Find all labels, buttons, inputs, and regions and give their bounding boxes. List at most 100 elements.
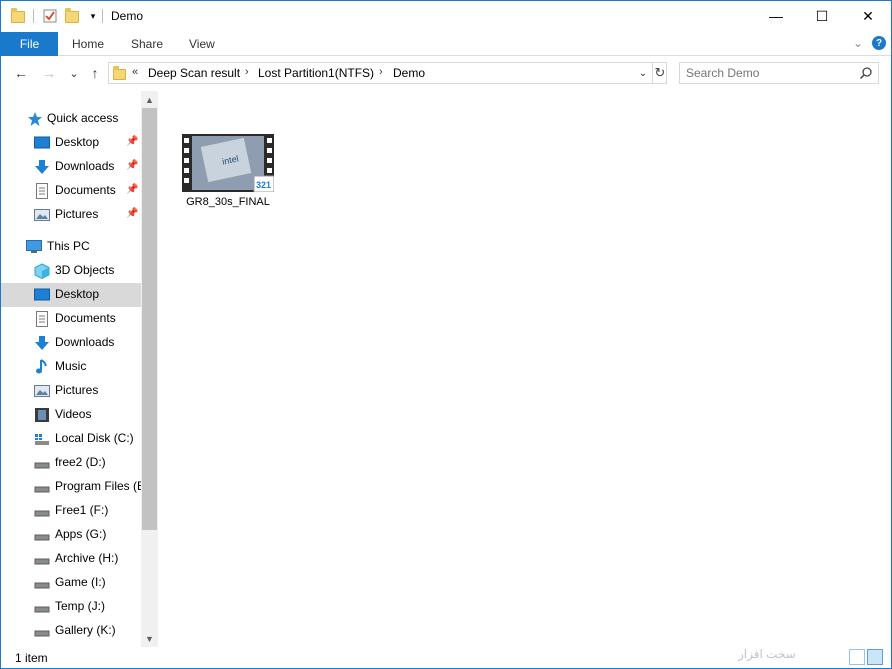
large-icons-view-icon[interactable] (867, 649, 883, 665)
up-arrow-icon[interactable]: ↑ (87, 65, 103, 81)
refresh-icon[interactable]: ↻ (652, 63, 667, 83)
sidebar-item-quick-access[interactable]: Quick access (1, 107, 141, 131)
breadcrumb-separator-icon[interactable]: › (379, 66, 383, 78)
search-input[interactable] (686, 65, 854, 81)
3d-objects-icon (34, 263, 50, 279)
file-explorer-window: ▾ Demo — ☐ ✕ File Home Share View ⌄ ? ← … (0, 0, 892, 669)
videos-icon (35, 408, 49, 422)
drive-icon (34, 486, 50, 493)
minimize-button[interactable]: — (753, 1, 799, 31)
scrollbar-thumb[interactable] (142, 108, 157, 530)
sidebar-item-documents[interactable]: Documents (1, 307, 141, 331)
item-count: 1 item (15, 651, 48, 665)
pin-icon[interactable]: 📌 (126, 184, 138, 195)
sidebar-item-program-files-e[interactable]: Program Files (E (1, 475, 141, 499)
toolbar-divider (102, 9, 103, 23)
sidebar-item-label: Gallery (K:) (55, 623, 116, 637)
sidebar-item-label: This PC (47, 239, 90, 253)
customize-toolbar-icon[interactable]: ▾ (85, 8, 101, 24)
watermark-text: سخت افزار (738, 647, 796, 661)
sidebar-item-pictures[interactable]: Pictures (1, 379, 141, 403)
sidebar-item-label: Temp (J:) (55, 599, 106, 613)
windows-drive-icon (35, 434, 49, 445)
sidebar-item-3d-objects[interactable]: 3D Objects (1, 259, 141, 283)
sidebar-item-local-disk-c[interactable]: Local Disk (C:) (1, 427, 141, 451)
desktop-icon (34, 288, 50, 301)
breadcrumb-lost-partition[interactable]: Lost Partition1(NTFS) (258, 66, 374, 80)
badge-text: 321 (256, 180, 271, 190)
help-icon[interactable]: ? (872, 36, 886, 50)
sidebar-item-qa-desktop[interactable]: Desktop 📌 (1, 131, 141, 155)
sidebar-item-qa-downloads[interactable]: Downloads 📌 (1, 155, 141, 179)
navigation-pane: Quick access Desktop 📌 Downloads 📌 Docum… (1, 91, 158, 647)
sidebar-item-gallery-k[interactable]: Gallery (K:) (1, 619, 141, 643)
star-icon (28, 112, 42, 126)
file-name: GR8_30s_FINAL (186, 196, 270, 208)
breadcrumb-demo[interactable]: Demo (393, 66, 425, 80)
pictures-icon (34, 385, 50, 397)
tab-view[interactable]: View (189, 32, 215, 56)
drive-icon (34, 510, 50, 517)
status-bar: 1 item سخت افزار (1, 647, 891, 668)
sidebar-item-this-pc[interactable]: This PC (1, 235, 141, 259)
drive-icon (34, 630, 50, 637)
window-title: Demo (111, 9, 144, 23)
sidebar-scrollbar[interactable]: ▲ ▼ (141, 91, 158, 647)
search-icon[interactable] (859, 66, 873, 80)
overflow-chevron-icon[interactable]: « (132, 66, 138, 78)
new-folder-icon[interactable] (64, 8, 80, 24)
pin-icon[interactable]: 📌 (126, 208, 138, 219)
sidebar-item-temp-j[interactable]: Temp (J:) (1, 595, 141, 619)
sidebar-item-music[interactable]: Music (1, 355, 141, 379)
pin-icon[interactable]: 📌 (126, 136, 138, 147)
navigation-bar: ← → ⌄ ↑ « Deep Scan result › Lost Partit… (1, 57, 891, 91)
details-view-icon[interactable] (849, 649, 865, 665)
expand-ribbon-chevron-icon[interactable]: ⌄ (853, 36, 863, 50)
sidebar-item-label: Desktop (55, 135, 100, 149)
back-arrow-icon[interactable]: ← (13, 65, 29, 81)
sidebar-item-free2-d[interactable]: free2 (D:) (1, 451, 141, 475)
drive-icon (34, 606, 50, 613)
breadcrumb-deep-scan-result[interactable]: Deep Scan result (148, 66, 240, 80)
pin-icon[interactable]: 📌 (126, 160, 138, 171)
sidebar-item-qa-documents[interactable]: Documents 📌 (1, 179, 141, 203)
recent-locations-chevron-icon[interactable]: ⌄ (66, 65, 82, 81)
sidebar-item-game-i[interactable]: Game (I:) (1, 571, 141, 595)
drive-icon (34, 582, 50, 589)
properties-icon[interactable] (42, 8, 58, 24)
maximize-button[interactable]: ☐ (799, 1, 845, 31)
sidebar-item-videos[interactable]: Videos (1, 403, 141, 427)
document-icon (36, 183, 48, 199)
address-dropdown-chevron-icon[interactable]: ⌄ (636, 65, 650, 81)
scroll-up-arrow-icon[interactable]: ▲ (141, 91, 158, 108)
sidebar-item-label: Game (I:) (55, 575, 106, 589)
drive-icon (34, 558, 50, 565)
tab-home[interactable]: Home (72, 32, 104, 56)
tab-file[interactable]: File (1, 32, 58, 56)
music-icon (36, 359, 47, 374)
computer-icon (26, 240, 42, 253)
sidebar-item-label: Apps (G:) (55, 527, 107, 541)
address-bar[interactable]: « Deep Scan result › Lost Partition1(NTF… (108, 62, 667, 84)
sidebar-item-apps-g[interactable]: Apps (G:) (1, 523, 141, 547)
tab-share[interactable]: Share (131, 32, 163, 56)
title-bar: ▾ Demo — ☐ ✕ (1, 1, 891, 32)
sidebar-item-label: Downloads (55, 335, 115, 349)
sidebar-item-qa-pictures[interactable]: Pictures 📌 (1, 203, 141, 227)
file-list: intel 321 GR8_30s_FINAL (159, 91, 891, 647)
sidebar-item-free1-f[interactable]: Free1 (F:) (1, 499, 141, 523)
file-item[interactable]: intel 321 GR8_30s_FINAL (179, 131, 277, 215)
sidebar-item-archive-h[interactable]: Archive (H:) (1, 547, 141, 571)
folder-icon (10, 8, 26, 24)
forward-arrow-icon[interactable]: → (41, 65, 57, 81)
sidebar-item-label: Free1 (F:) (55, 503, 109, 517)
desktop-icon (34, 136, 50, 149)
scroll-down-arrow-icon[interactable]: ▼ (141, 630, 158, 647)
sidebar-item-desktop[interactable]: Desktop (1, 283, 141, 307)
close-button[interactable]: ✕ (845, 1, 891, 31)
breadcrumb-separator-icon[interactable]: › (245, 66, 249, 78)
sidebar-item-label: Archive (H:) (55, 551, 119, 565)
sidebar-item-downloads[interactable]: Downloads (1, 331, 141, 355)
search-box[interactable] (679, 62, 879, 84)
sidebar-item-label: Quick access (47, 111, 119, 125)
